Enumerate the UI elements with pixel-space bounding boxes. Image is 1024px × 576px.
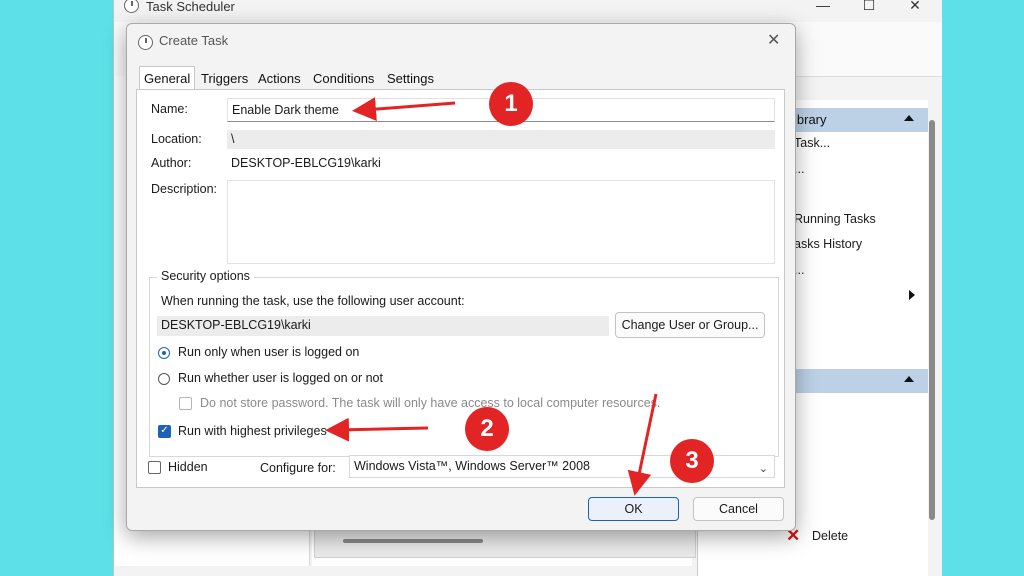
arrow-to-ok-button xyxy=(627,393,658,496)
arrow-to-highest-privileges xyxy=(325,417,429,442)
step-badge-2: 2 xyxy=(465,407,509,451)
step-badge-3: 3 xyxy=(670,439,714,483)
arrow-to-name-field xyxy=(352,97,456,122)
step-badge-1: 1 xyxy=(489,82,533,126)
